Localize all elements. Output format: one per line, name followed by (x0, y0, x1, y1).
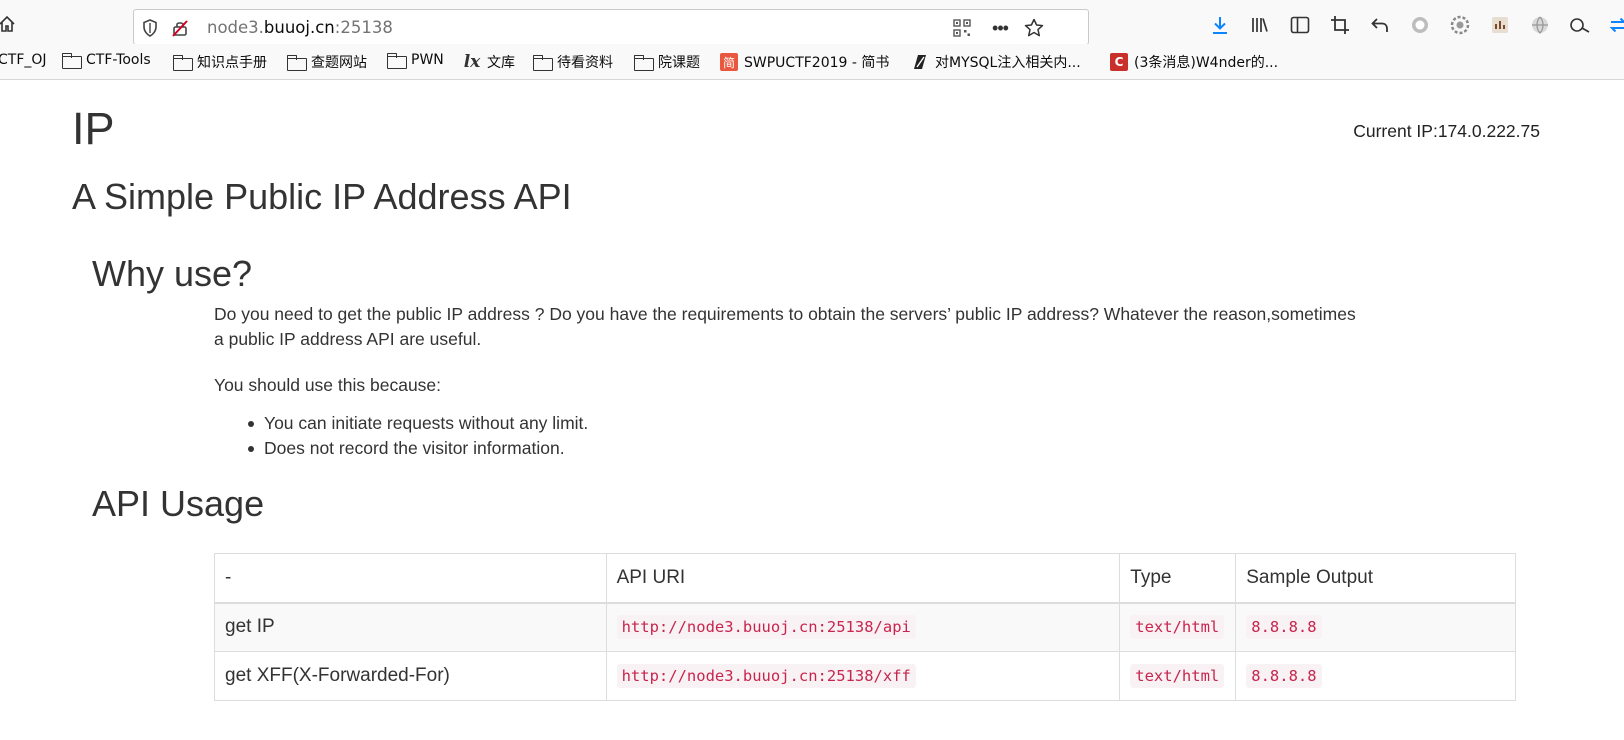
bookmark-course-topics[interactable]: 院课题 (634, 52, 700, 72)
bookmark-library[interactable]: lx 文库 (463, 52, 515, 72)
folder-icon (62, 53, 82, 69)
why-use-paragraph: Do you need to get the public IP address… (214, 304, 1356, 349)
bookmark-label: 知识点手册 (197, 55, 267, 71)
tracking-shield-icon[interactable] (140, 18, 160, 38)
bookmarks-toolbar: CTF_OJ CTF-Tools 知识点手册 查题网站 PWN lx 文库 待看… (0, 44, 1624, 80)
url-text[interactable]: node3.buuoj.cn:25138 (207, 18, 393, 37)
bookmark-ctf-tools[interactable]: CTF-Tools (62, 52, 151, 69)
type-code: text/html (1130, 664, 1225, 688)
table-header-row: - API URI Type Sample Output (214, 553, 1516, 604)
undo-icon[interactable] (1369, 14, 1391, 36)
url-prefix: node3. (207, 18, 264, 37)
table-cell: 8.8.8.8 (1235, 651, 1516, 701)
bookmark-label: 查题网站 (311, 55, 367, 71)
bookmark-label: (3条消息)W4nder的... (1134, 55, 1279, 71)
column-header: API URI (605, 553, 1121, 604)
url-host: buuoj.cn (263, 18, 335, 37)
hackbar-extension-icon[interactable] (1569, 14, 1591, 36)
column-header: - (214, 553, 607, 604)
table-cell: http://node3.buuoj.cn:25138/api (605, 602, 1121, 652)
bookmark-swpuctf2019[interactable]: 简 SWPUCTF2019 - 简书 (720, 52, 889, 72)
bookmark-to-read[interactable]: 待看资料 (533, 52, 613, 72)
column-header: Sample Output (1235, 553, 1516, 604)
current-ip: Current IP:174.0.222.75 (1353, 121, 1540, 141)
table-row: get XFF(X-Forwarded-For) http://node3.bu… (214, 651, 1516, 701)
bookmark-star-icon[interactable] (1024, 18, 1044, 38)
sample-output-code: 8.8.8.8 (1246, 664, 1322, 688)
table-cell: text/html (1119, 602, 1237, 652)
download-icon[interactable] (1209, 14, 1231, 36)
jianshu-icon: 简 (720, 53, 738, 71)
bookmark-ctf-oj[interactable]: CTF_OJ (0, 52, 47, 68)
page-subtitle: A Simple Public IP Address API (72, 176, 572, 217)
bookmark-label: 院课题 (658, 55, 700, 71)
screenshot-crop-icon[interactable] (1329, 14, 1351, 36)
list-item: Does not record the visitor information. (248, 436, 588, 461)
because-text: You should use this because: (214, 375, 442, 395)
bookmark-label: CTF_OJ (0, 52, 47, 68)
url-suffix: :25138 (334, 18, 393, 37)
table-cell: get XFF(X-Forwarded-For) (214, 651, 607, 701)
bookmark-w4nder-blog[interactable]: C (3条消息)W4nder的... (1110, 52, 1278, 72)
globe-extension-icon[interactable] (1529, 14, 1551, 36)
bookmark-label: 待看资料 (557, 55, 613, 71)
z-icon (911, 53, 929, 71)
folder-icon (533, 55, 553, 71)
qr-code-icon[interactable] (952, 18, 972, 38)
bookmark-search-sites[interactable]: 查题网站 (287, 52, 367, 72)
bookmark-label: 文库 (487, 55, 515, 71)
sidebar-icon[interactable] (1289, 14, 1311, 36)
bookmark-label: PWN (411, 52, 444, 68)
lx-icon: lx (463, 52, 481, 72)
bookmark-label: CTF-Tools (86, 52, 151, 68)
table-row: get IP http://node3.buuoj.cn:25138/api t… (214, 602, 1516, 652)
csdn-icon: C (1110, 53, 1128, 71)
type-code: text/html (1130, 615, 1225, 640)
folder-icon (173, 55, 193, 71)
table-cell: 8.8.8.8 (1235, 602, 1516, 652)
column-header: Type (1119, 553, 1237, 604)
table-cell: get IP (214, 602, 607, 652)
page-actions-icon[interactable]: ••• (990, 18, 1010, 38)
api-usage-heading: API Usage (92, 483, 265, 524)
folder-icon (634, 55, 654, 71)
page-title: IP (72, 103, 115, 154)
folder-icon (387, 53, 407, 69)
bookmark-mysql-injection[interactable]: 对MYSQL注入相关内... (911, 52, 1081, 72)
list-item: You can initiate requests without any li… (248, 411, 588, 436)
home-icon[interactable] (0, 13, 18, 35)
api-uri-code: http://node3.buuoj.cn:25138/api (616, 615, 916, 640)
sample-output-code: 8.8.8.8 (1246, 615, 1322, 640)
url-bar[interactable]: node3.buuoj.cn:25138 ••• (133, 9, 1089, 45)
bookmark-knowledge-manual[interactable]: 知识点手册 (173, 52, 267, 72)
table-cell: http://node3.buuoj.cn:25138/xff (605, 651, 1121, 701)
table-cell: text/html (1119, 651, 1237, 701)
browser-toolbar: node3.buuoj.cn:25138 ••• (0, 0, 1624, 45)
cms-extension-icon[interactable] (1489, 14, 1511, 36)
why-use-heading: Why use? (92, 253, 253, 294)
insecure-connection-icon[interactable] (170, 18, 190, 38)
api-uri-code: http://node3.buuoj.cn:25138/xff (616, 664, 916, 688)
gear-extension-icon[interactable] (1449, 14, 1471, 36)
reasons-list: You can initiate requests without any li… (248, 411, 588, 461)
library-icon[interactable] (1249, 14, 1271, 36)
sync-icon[interactable] (1607, 14, 1624, 36)
bookmark-label: 对MYSQL注入相关内... (935, 55, 1081, 71)
bookmark-pwn[interactable]: PWN (387, 52, 444, 69)
api-table: - API URI Type Sample Output get IP http… (214, 553, 1516, 701)
record-circle-icon[interactable] (1409, 14, 1431, 36)
folder-icon (287, 55, 307, 71)
page-content: IP Current IP:174.0.222.75 A Simple Publ… (0, 81, 1624, 740)
bookmark-label: SWPUCTF2019 - 简书 (744, 55, 890, 71)
